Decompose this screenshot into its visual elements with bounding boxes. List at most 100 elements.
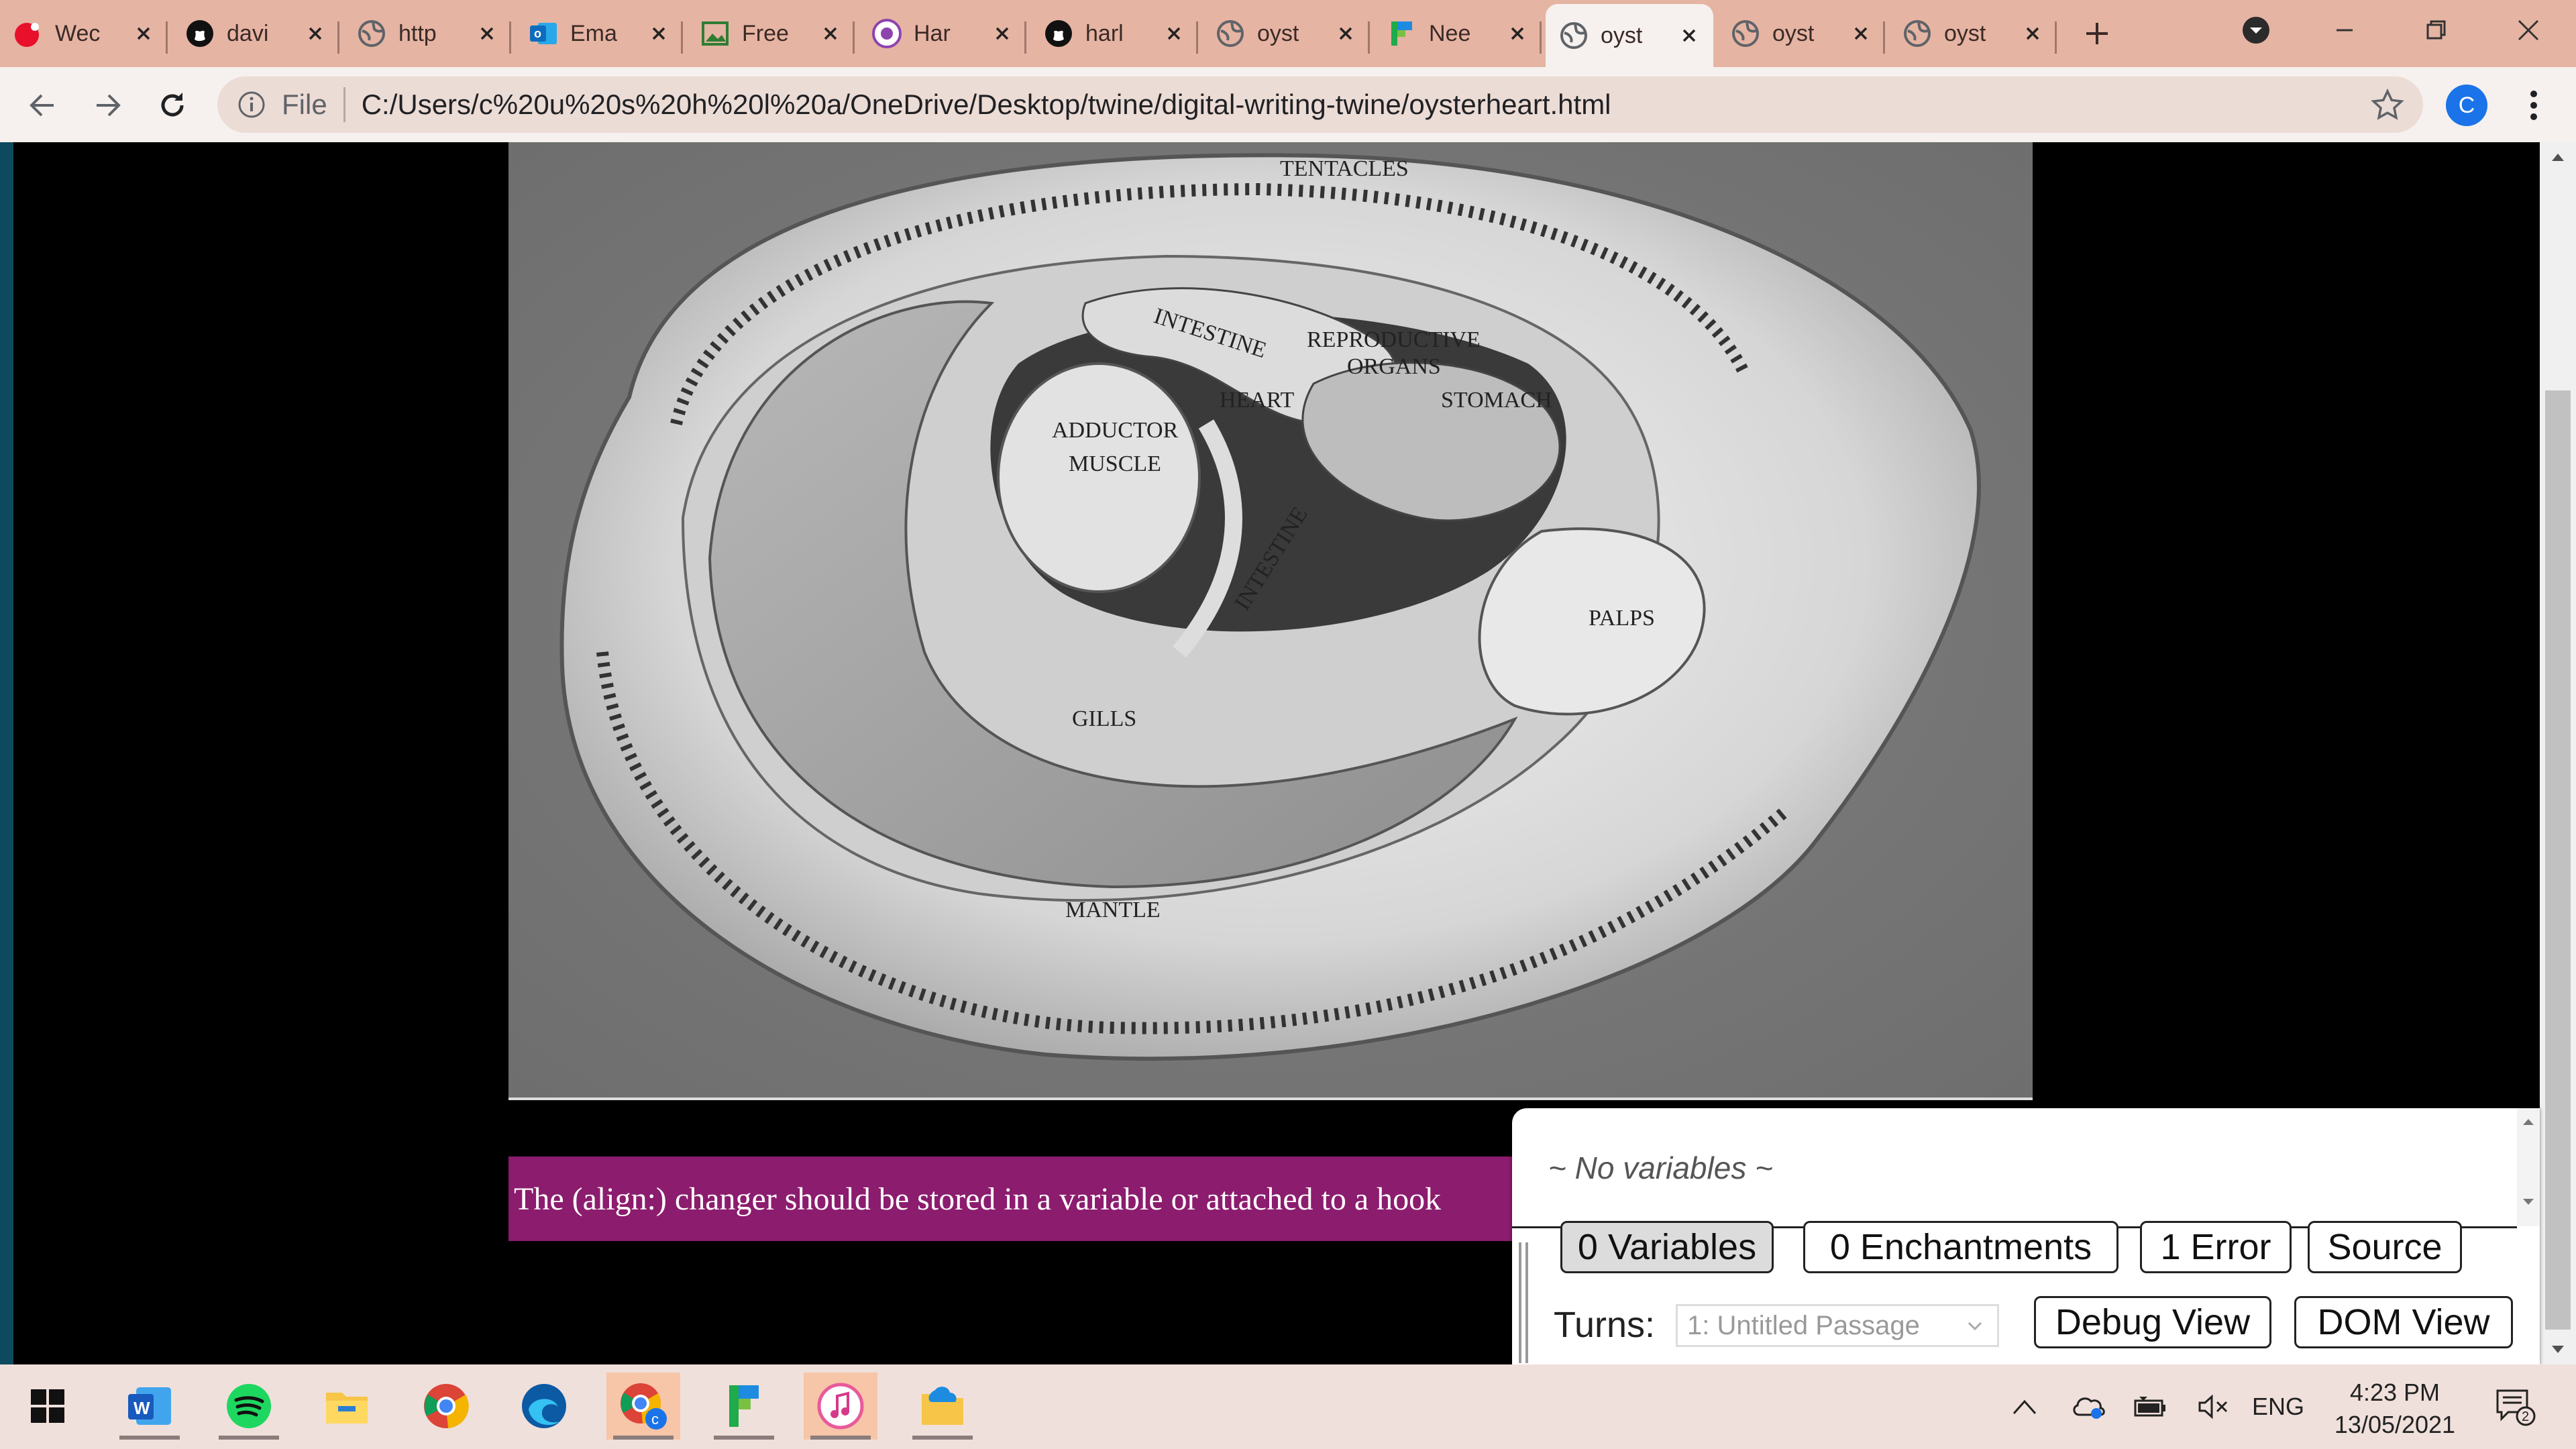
- profile-avatar[interactable]: C: [2446, 85, 2487, 126]
- file-explorer-icon: [326, 1393, 368, 1424]
- running-indicator: [810, 1436, 871, 1440]
- close-tab-icon[interactable]: [474, 20, 500, 47]
- show-hidden-icons-button[interactable]: [2006, 1385, 2043, 1429]
- globe-icon: [1559, 21, 1589, 50]
- label-organs: ORGANS: [1347, 354, 1441, 379]
- itunes-icon: [817, 1383, 864, 1430]
- close-tab-icon[interactable]: [1161, 20, 1187, 47]
- browser-tab[interactable]: davi: [172, 8, 339, 59]
- browser-tab[interactable]: Free: [687, 8, 855, 59]
- browser-tab[interactable]: Nee: [1374, 8, 1542, 59]
- onedrive-folder-icon: [922, 1387, 963, 1425]
- taskbar-edge[interactable]: [507, 1373, 581, 1440]
- scroll-up-icon[interactable]: [2522, 1118, 2534, 1126]
- browser-tab[interactable]: oyst: [1202, 8, 1370, 59]
- taskbar-chrome[interactable]: [409, 1373, 483, 1440]
- taskbar-itunes[interactable]: [804, 1373, 877, 1440]
- close-tab-icon[interactable]: [817, 20, 844, 47]
- browser-menu-button[interactable]: [2517, 83, 2551, 127]
- browser-tab[interactable]: http: [343, 8, 511, 59]
- browser-tab[interactable]: Har: [859, 8, 1026, 59]
- dom-view-button[interactable]: DOM View: [2294, 1296, 2513, 1348]
- input-language-button[interactable]: ENG: [2251, 1385, 2305, 1429]
- close-tab-icon[interactable]: [1847, 20, 1874, 47]
- chrome-profile-icon: c: [621, 1383, 667, 1430]
- browser-tab[interactable]: o Ema: [515, 8, 683, 59]
- source-button[interactable]: Source: [2308, 1221, 2462, 1273]
- notification-count: 2: [2522, 1409, 2529, 1424]
- label-adductor: ADDUCTOR: [1052, 418, 1179, 443]
- close-tab-icon[interactable]: [1332, 20, 1359, 47]
- browser-toolbar: File C:/Users/c%20u%20s%20h%20l%20a/OneD…: [0, 67, 2576, 144]
- clock-time: 4:23 PM: [2349, 1379, 2440, 1406]
- url-divider: [343, 87, 345, 122]
- close-tab-icon[interactable]: [1504, 20, 1531, 47]
- tab-title: harl: [1085, 20, 1124, 46]
- onedrive-tray-button[interactable]: [2069, 1385, 2109, 1429]
- running-indicator: [714, 1436, 774, 1440]
- browser-tab[interactable]: harl: [1030, 8, 1198, 59]
- url-text[interactable]: C:/Users/c%20u%20s%20h%20l%20a/OneDrive/…: [362, 89, 1611, 121]
- battery-tray-button[interactable]: [2131, 1385, 2171, 1429]
- label-muscle: MUSCLE: [1069, 451, 1161, 476]
- new-tab-button[interactable]: [2073, 13, 2121, 54]
- globe-icon: [1731, 19, 1760, 48]
- address-bar[interactable]: File C:/Users/c%20u%20s%20h%20l%20a/OneD…: [217, 76, 2423, 133]
- tab-search-button[interactable]: [2226, 7, 2286, 54]
- info-icon[interactable]: [235, 88, 268, 121]
- page-scrollbar[interactable]: [2540, 142, 2576, 1364]
- volume-tray-button[interactable]: [2194, 1385, 2234, 1429]
- tab-separator: [509, 21, 511, 54]
- scroll-down-icon[interactable]: [2551, 1344, 2565, 1355]
- close-tab-icon[interactable]: [302, 20, 329, 47]
- taskbar-chrome-profile[interactable]: c: [606, 1373, 680, 1440]
- tab-title: davi: [227, 20, 269, 46]
- cloud-sync-icon: [2073, 1397, 2105, 1419]
- turns-select[interactable]: 1: Untitled Passage: [1676, 1304, 1999, 1347]
- harlowe-error-message[interactable]: The (align:) changer should be stored in…: [508, 1157, 1520, 1241]
- restore-button[interactable]: [2406, 7, 2466, 54]
- system-clock[interactable]: 4:23 PM 13/05/2021: [2308, 1377, 2482, 1441]
- minimize-button[interactable]: [2314, 7, 2375, 54]
- page-left-edge: [0, 142, 13, 1364]
- browser-tab[interactable]: oyst: [1546, 4, 1713, 67]
- close-tab-icon[interactable]: [1676, 22, 1703, 49]
- taskbar-onedrive-folder[interactable]: [906, 1373, 979, 1440]
- variables-button[interactable]: 0 Variables: [1560, 1221, 1774, 1273]
- oyster-anatomy-image: TENTACLES INTESTINE REPRODUCTIVE ORGANS …: [508, 142, 2033, 1100]
- browser-tab[interactable]: Wec: [0, 8, 168, 59]
- label-gills: GILLS: [1072, 706, 1136, 731]
- running-indicator: [219, 1436, 279, 1440]
- svg-text:W: W: [133, 1398, 150, 1418]
- errors-button[interactable]: 1 Error: [2140, 1221, 2292, 1273]
- close-window-button[interactable]: [2498, 7, 2559, 54]
- scroll-down-icon[interactable]: [2522, 1198, 2534, 1206]
- notification-icon: 2: [2496, 1389, 2536, 1426]
- start-button[interactable]: [11, 1373, 85, 1440]
- label-tentacles: TENTACLES: [1280, 156, 1409, 181]
- browser-tab[interactable]: oyst: [1717, 8, 1885, 59]
- close-tab-icon[interactable]: [645, 20, 672, 47]
- panel-resize-handle[interactable]: [1519, 1242, 1528, 1363]
- svg-text:c: c: [651, 1411, 659, 1428]
- debug-view-button[interactable]: Debug View: [2034, 1296, 2271, 1348]
- forward-button[interactable]: [86, 83, 130, 127]
- close-tab-icon[interactable]: [130, 20, 157, 47]
- close-tab-icon[interactable]: [989, 20, 1016, 47]
- enchantments-button[interactable]: 0 Enchantments: [1803, 1221, 2118, 1273]
- taskbar-twine[interactable]: [707, 1373, 781, 1440]
- taskbar-spotify[interactable]: [212, 1373, 286, 1440]
- reload-button[interactable]: [150, 83, 195, 127]
- scrollbar-thumb[interactable]: [2545, 390, 2571, 1330]
- variables-pane-scrollbar[interactable]: [2517, 1108, 2540, 1226]
- chevron-down-circle-icon: [2243, 17, 2269, 44]
- close-tab-icon[interactable]: [2019, 20, 2046, 47]
- scroll-up-icon[interactable]: [2551, 152, 2565, 162]
- bookmark-star-icon[interactable]: [2369, 87, 2406, 123]
- label-palps: PALPS: [1589, 606, 1655, 631]
- taskbar-file-explorer[interactable]: [310, 1373, 384, 1440]
- notifications-button[interactable]: 2: [2489, 1385, 2542, 1429]
- back-button[interactable]: [20, 83, 64, 127]
- browser-tab[interactable]: oyst: [1889, 8, 2057, 59]
- taskbar-word[interactable]: W: [113, 1373, 186, 1440]
